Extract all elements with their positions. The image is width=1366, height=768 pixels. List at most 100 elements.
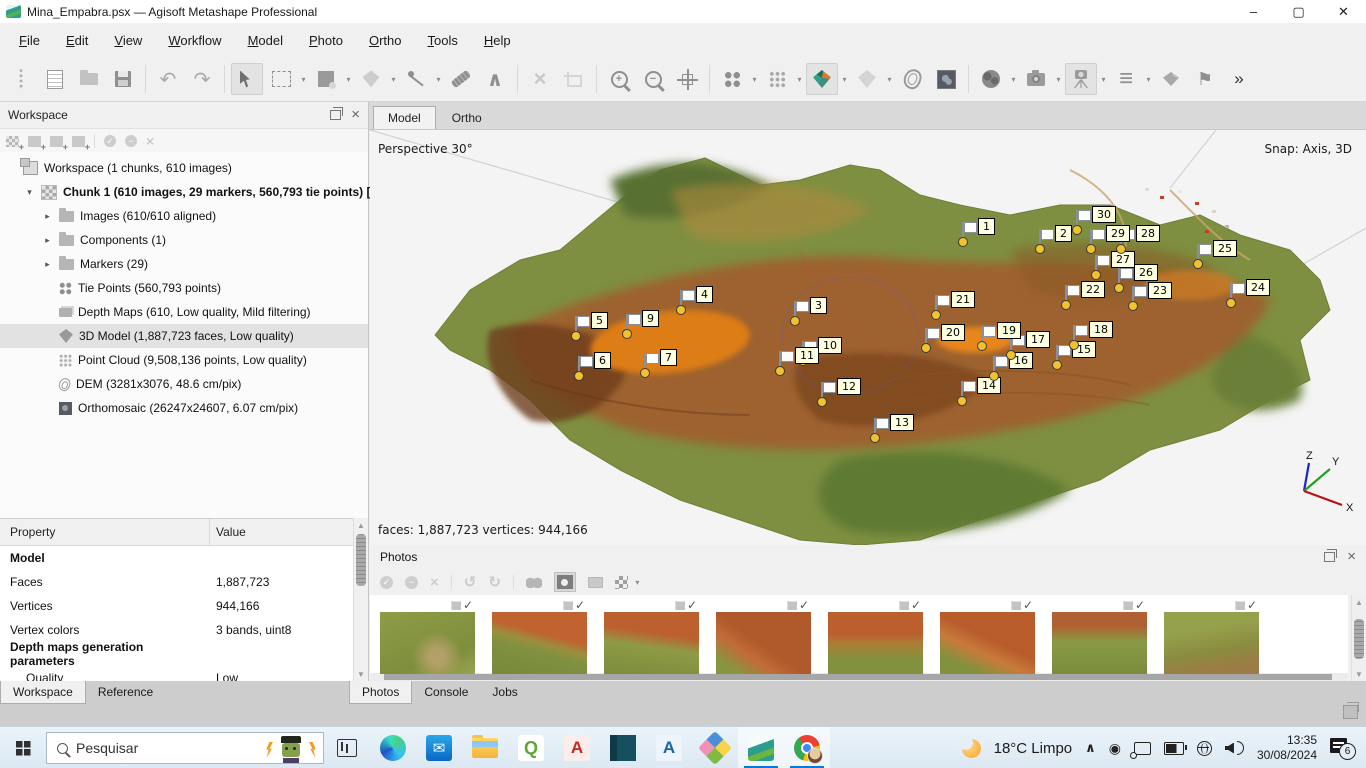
model-wireframe-dropdown-arrow[interactable]: ▾ <box>884 63 895 95</box>
view-grid-button[interactable] <box>615 576 628 589</box>
camera-button[interactable] <box>1020 63 1052 95</box>
workspace-float-icon[interactable] <box>330 110 341 120</box>
zoom-out-button[interactable] <box>637 63 669 95</box>
thumbnail-image[interactable] <box>1052 612 1147 674</box>
add-chunk-button[interactable] <box>6 136 19 147</box>
tree-item[interactable]: Orthomosaic (26247x24607, 6.07 cm/pix) <box>0 396 368 420</box>
rotate-object-dropdown-arrow[interactable]: ▾ <box>388 63 399 95</box>
workspace-close-icon[interactable]: × <box>351 110 360 120</box>
taskbar-app-qgis[interactable]: Q <box>508 727 554 768</box>
open-folder-button[interactable] <box>73 63 105 95</box>
tab-photos[interactable]: Photos <box>349 681 412 704</box>
menu-help[interactable]: Help <box>471 29 524 52</box>
move-region-dropdown-arrow[interactable]: ▾ <box>343 63 354 95</box>
taskbar-app-arcgis[interactable] <box>692 727 738 768</box>
center-view-button[interactable] <box>671 63 703 95</box>
overflow-button[interactable] <box>1223 63 1255 95</box>
menu-workflow[interactable]: Workflow <box>155 29 234 52</box>
move-region-button[interactable] <box>310 63 342 95</box>
start-button[interactable] <box>0 727 46 768</box>
point-cloud-button[interactable] <box>761 63 793 95</box>
tab-reference[interactable]: Reference <box>86 681 165 704</box>
menu-model[interactable]: Model <box>235 29 296 52</box>
photos-horizontal-scrollbar[interactable] <box>370 673 1348 681</box>
menu-edit[interactable]: Edit <box>53 29 101 52</box>
photos-close-icon[interactable]: × <box>1347 552 1356 562</box>
tree-item[interactable]: 3D Model (1,887,723 faces, Low quality) <box>0 324 368 348</box>
photo-thumbnail[interactable]: ✓ <box>716 599 811 674</box>
photo-thumbnail[interactable]: ✓ <box>380 599 475 674</box>
grip-button[interactable] <box>5 63 37 95</box>
add-scalebar-button[interactable] <box>72 136 85 147</box>
taskbar-app-edge[interactable] <box>370 727 416 768</box>
tree-item[interactable]: Workspace (1 chunks, 610 images) <box>0 156 368 180</box>
tray-chevron-up-icon[interactable]: ∧ <box>1085 740 1096 756</box>
photo-thumbnail[interactable]: ✓ <box>1164 599 1259 674</box>
tab-model[interactable]: Model <box>373 106 436 129</box>
menu-photo[interactable]: Photo <box>296 29 356 52</box>
view-grid-dropdown-arrow[interactable]: ▾ <box>632 572 643 592</box>
tray-network-icon[interactable] <box>1197 741 1212 756</box>
shapes-button[interactable] <box>1155 63 1187 95</box>
scrollbar-thumb[interactable] <box>1354 619 1364 659</box>
dem-button[interactable] <box>896 63 928 95</box>
tree-item[interactable]: Tie Points (560,793 points) <box>0 276 368 300</box>
rect-selection-button[interactable] <box>265 63 297 95</box>
menu-ortho[interactable]: Ortho <box>356 29 415 52</box>
add-marker-button[interactable] <box>50 136 63 147</box>
tree-item[interactable]: ▸Images (610/610 aligned) <box>0 204 368 228</box>
scroll-down-icon[interactable]: ▼ <box>1352 667 1366 681</box>
draw-point-dropdown-arrow[interactable]: ▾ <box>433 63 444 95</box>
taskbar-app-teal-app[interactable] <box>600 727 646 768</box>
resize-grip[interactable] <box>1343 705 1358 719</box>
draw-point-button[interactable] <box>400 63 432 95</box>
maximize-button[interactable]: ▢ <box>1276 0 1321 23</box>
close-button[interactable]: ✕ <box>1321 0 1366 23</box>
photo-thumbnail[interactable]: ✓ <box>492 599 587 674</box>
markers-flag-button[interactable] <box>1189 63 1221 95</box>
model-shaded-dropdown-arrow[interactable]: ▾ <box>839 63 850 95</box>
taskbar-app-chrome[interactable] <box>784 727 830 768</box>
property-grid-scrollbar[interactable]: ▲ ▼ <box>353 518 368 681</box>
expand-down-icon[interactable]: ▾ <box>24 187 35 198</box>
tree-item[interactable]: ▸Markers (29) <box>0 252 368 276</box>
scroll-up-icon[interactable]: ▲ <box>354 518 368 532</box>
photo-thumbnail[interactable]: ✓ <box>604 599 699 674</box>
weather-text[interactable]: 18°C Limpo <box>994 740 1073 757</box>
menu-tools[interactable]: Tools <box>415 29 471 52</box>
camera-station-button[interactable] <box>1065 63 1097 95</box>
tab-jobs[interactable]: Jobs <box>480 681 529 704</box>
taskbar-app-mail[interactable] <box>416 727 462 768</box>
notification-center[interactable]: 6 <box>1330 736 1356 760</box>
expand-right-icon[interactable]: ▸ <box>42 235 53 246</box>
expand-right-icon[interactable]: ▸ <box>42 259 53 270</box>
globe-button[interactable] <box>975 63 1007 95</box>
tab-console[interactable]: Console <box>412 681 480 704</box>
thumbnail-image[interactable] <box>716 612 811 674</box>
weather-moon-icon[interactable] <box>962 739 981 758</box>
scroll-down-icon[interactable]: ▼ <box>354 667 368 681</box>
model-viewport[interactable]: 1234567910111213141516171819202122232425… <box>370 130 1366 545</box>
menu-view[interactable]: View <box>101 29 155 52</box>
save-button[interactable] <box>107 63 139 95</box>
tab-ortho[interactable]: Ortho <box>438 107 496 129</box>
taskbar-app-explorer[interactable] <box>462 727 508 768</box>
tray-battery-icon[interactable] <box>1164 742 1184 755</box>
taskbar-app-metashape[interactable] <box>738 727 784 768</box>
new-document-button[interactable] <box>39 63 71 95</box>
photos-vertical-scrollbar[interactable]: ▲ ▼ <box>1351 595 1366 681</box>
taskbar-clock[interactable]: 13:35 30/08/2024 <box>1257 733 1317 763</box>
view-details-button[interactable] <box>554 572 576 592</box>
model-shaded-button[interactable] <box>806 63 838 95</box>
rect-selection-dropdown-arrow[interactable]: ▾ <box>298 63 309 95</box>
tie-points-dropdown-arrow[interactable]: ▾ <box>749 63 760 95</box>
expand-right-icon[interactable]: ▸ <box>42 211 53 222</box>
tab-workspace[interactable]: Workspace <box>0 681 86 704</box>
tray-volume-icon[interactable] <box>1225 743 1234 754</box>
taskbar-app-civil3d[interactable]: A <box>646 727 692 768</box>
photos-float-icon[interactable] <box>1324 552 1335 562</box>
tree-item[interactable]: Point Cloud (9,508,136 points, Low quali… <box>0 348 368 372</box>
rotate-object-button[interactable] <box>355 63 387 95</box>
tray-cast-icon[interactable] <box>1134 742 1151 755</box>
filter-photos-button[interactable] <box>526 577 542 588</box>
